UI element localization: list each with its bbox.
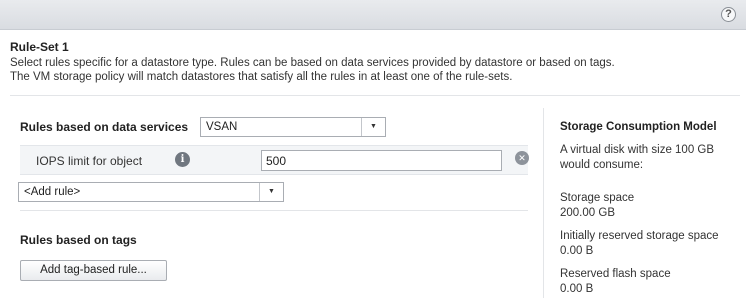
top-toolbar: ? — [0, 0, 746, 30]
divider — [10, 95, 740, 96]
consumption-title: Storage Consumption Model — [560, 121, 717, 133]
add-tag-based-rule-button[interactable]: Add tag-based rule... — [20, 260, 167, 281]
vertical-divider — [543, 108, 544, 298]
description-line-1: Select rules specific for a datastore ty… — [10, 57, 615, 69]
consumption-item: Storage space 200.00 GB — [560, 191, 742, 221]
add-rule-select-value: <Add rule> — [24, 186, 81, 198]
help-icon[interactable]: ? — [721, 7, 736, 22]
ruleset-title: Rule-Set 1 — [10, 40, 69, 54]
consumption-item: Initially reserved storage space 0.00 B — [560, 229, 742, 259]
consumption-item-label: Storage space — [560, 192, 635, 204]
consumption-item-label: Initially reserved storage space — [560, 230, 719, 242]
info-icon[interactable]: i — [175, 152, 190, 167]
tags-label: Rules based on tags — [20, 233, 137, 247]
chevron-down-icon: ▼ — [259, 183, 283, 201]
rule-row-iops: IOPS limit for object i — [20, 145, 528, 175]
description-line-2: The VM storage policy will match datasto… — [10, 71, 513, 83]
consumption-item-value: 0.00 B — [560, 245, 594, 257]
consumption-item: Reserved flash space 0.00 B — [560, 267, 742, 297]
chevron-down-icon: ▼ — [361, 118, 385, 136]
consumption-item-value: 200.00 GB — [560, 207, 615, 219]
add-rule-select[interactable]: <Add rule> ▼ — [18, 182, 284, 202]
remove-rule-icon[interactable]: ✕ — [515, 151, 529, 165]
data-services-label: Rules based on data services — [20, 120, 189, 134]
ruleset-description: Select rules specific for a datastore ty… — [10, 56, 730, 84]
section-divider — [20, 210, 528, 211]
consumption-item-label: Reserved flash space — [560, 268, 671, 280]
rule-label: IOPS limit for object — [36, 154, 143, 168]
iops-limit-input[interactable] — [261, 150, 502, 171]
data-services-provider-select[interactable]: VSAN ▼ — [200, 117, 386, 137]
provider-select-value: VSAN — [206, 121, 238, 133]
consumption-item-value: 0.00 B — [560, 283, 594, 295]
consumption-intro: A virtual disk with size 100 GB would co… — [560, 144, 715, 171]
